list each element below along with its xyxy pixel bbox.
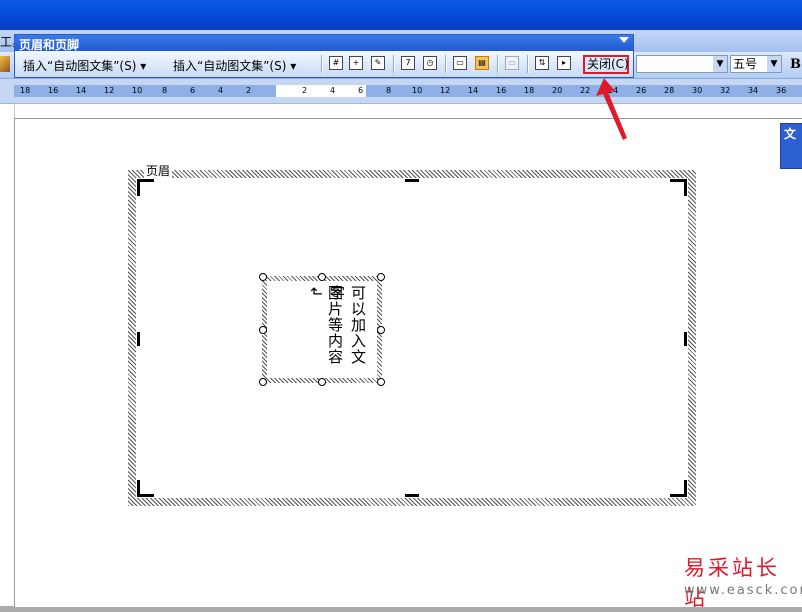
insert-autotext-button-1[interactable]: 插入“自动图文集”(S) ▾ — [23, 57, 146, 74]
ruler-tick: 4 — [330, 86, 336, 95]
ruler-tick: 12 — [440, 86, 451, 95]
ruler-tick: 16 — [48, 86, 59, 95]
ruler-tick: 6 — [190, 86, 196, 95]
resize-handle[interactable] — [137, 332, 140, 346]
header-label: 页眉 — [144, 162, 173, 179]
annotation-arrow-icon — [596, 78, 627, 140]
toolbar-buttons-row: 插入“自动图文集”(S) ▾ 插入“自动图文集”(S) ▾ # + ✎ 7 ◷ … — [15, 51, 633, 77]
ruler-tick: 34 — [748, 86, 759, 95]
close-button[interactable]: 关闭(C) — [583, 55, 629, 74]
header-footer-toolbar: 页眉和页脚 插入“自动图文集”(S) ▾ 插入“自动图文集”(S) ▾ # + … — [14, 34, 634, 78]
ruler-tick: 8 — [386, 86, 392, 95]
ruler-tick: 30 — [692, 86, 703, 95]
watermark-url: www.easck.com — [684, 583, 802, 598]
ruler-tick: 4 — [218, 86, 224, 95]
ruler-tick: 28 — [664, 86, 675, 95]
crop-mark — [137, 480, 154, 497]
ruler-tick: 32 — [720, 86, 731, 95]
textbox-handle[interactable] — [318, 273, 326, 281]
font-size-combo[interactable]: 五号 ▼ — [730, 55, 782, 73]
ruler-tick: 10 — [412, 86, 423, 95]
show-hide-document-text-icon[interactable]: ▤ — [475, 56, 489, 70]
same-as-previous-icon[interactable]: ▭ — [505, 56, 519, 70]
textbox-handle[interactable] — [377, 326, 385, 334]
left-gutter — [0, 104, 15, 606]
crop-mark — [670, 480, 687, 497]
page-count-icon[interactable]: + — [349, 56, 363, 70]
switch-header-footer-icon[interactable]: ⇅ — [535, 56, 549, 70]
show-next-icon[interactable]: ▸ — [557, 56, 571, 70]
bold-button[interactable]: B — [790, 57, 801, 72]
insert-date-icon[interactable]: 7 — [401, 56, 415, 70]
textbox-handle[interactable] — [377, 273, 385, 281]
crop-mark — [670, 179, 687, 196]
resize-handle[interactable] — [684, 332, 687, 346]
textbox-handle[interactable] — [318, 378, 326, 386]
header-area[interactable] — [128, 170, 696, 506]
vertical-text-box[interactable]: 可以加入文字 图片等内容↲ — [262, 276, 382, 383]
crop-mark — [137, 179, 154, 196]
ruler-tick: 14 — [76, 86, 87, 95]
toolbar-separator — [527, 55, 528, 73]
ruler-tick: 2 — [246, 86, 252, 95]
ruler-tick: 16 — [496, 86, 507, 95]
horizontal-ruler[interactable]: 18 16 14 12 10 8 6 4 2 2 4 6 8 10 12 14 … — [0, 79, 802, 104]
ruler-tick: 22 — [580, 86, 591, 95]
toolbar-separator — [393, 55, 394, 73]
watermark-text: 易采站长站 — [684, 556, 780, 610]
ruler-tick: 26 — [636, 86, 647, 95]
ruler-tick: 6 — [358, 86, 364, 95]
insert-autotext-button-2[interactable]: 插入“自动图文集”(S) ▾ — [173, 57, 296, 74]
ruler-tick: 18 — [524, 86, 535, 95]
chevron-down-icon[interactable]: ▼ — [767, 56, 781, 72]
ruler-tick: 36 — [776, 86, 787, 95]
ruler-tick: 2 — [302, 86, 308, 95]
text-box-toolbar-title: 文 — [784, 127, 797, 141]
page-setup-icon[interactable]: ▭ — [453, 56, 467, 70]
insert-time-icon[interactable]: ◷ — [423, 56, 437, 70]
resize-handle[interactable] — [405, 179, 419, 182]
textbox-text-line-2: 图片等内容↲ — [307, 285, 344, 365]
page-number-icon[interactable]: # — [329, 56, 343, 70]
toolbar-title-bar[interactable]: 页眉和页脚 — [15, 35, 633, 52]
ruler-tick: 12 — [104, 86, 115, 95]
textbox-handle[interactable] — [259, 273, 267, 281]
toolbar-separator — [445, 55, 446, 73]
ruler-tick: 8 — [162, 86, 168, 95]
textbox-handle[interactable] — [259, 378, 267, 386]
format-page-number-icon[interactable]: ✎ — [371, 56, 385, 70]
ruler-tick: 20 — [552, 86, 563, 95]
toolbar-options-icon[interactable] — [619, 37, 629, 43]
ruler-tick: 18 — [20, 86, 31, 95]
window-title-bar — [0, 0, 802, 30]
textbox-handle[interactable] — [377, 378, 385, 386]
ruler-text-area — [276, 85, 366, 97]
textbox-handle[interactable] — [259, 326, 267, 334]
chevron-down-icon[interactable]: ▼ — [713, 56, 727, 72]
format-painter-icon[interactable] — [0, 56, 10, 72]
toolbar-separator — [497, 55, 498, 73]
ruler-tick: 14 — [468, 86, 479, 95]
toolbar-separator — [321, 55, 322, 73]
resize-handle[interactable] — [405, 494, 419, 497]
ruler-tick: 10 — [132, 86, 143, 95]
font-size-value: 五号 — [733, 57, 758, 71]
font-name-combo[interactable]: ▼ — [636, 55, 728, 73]
